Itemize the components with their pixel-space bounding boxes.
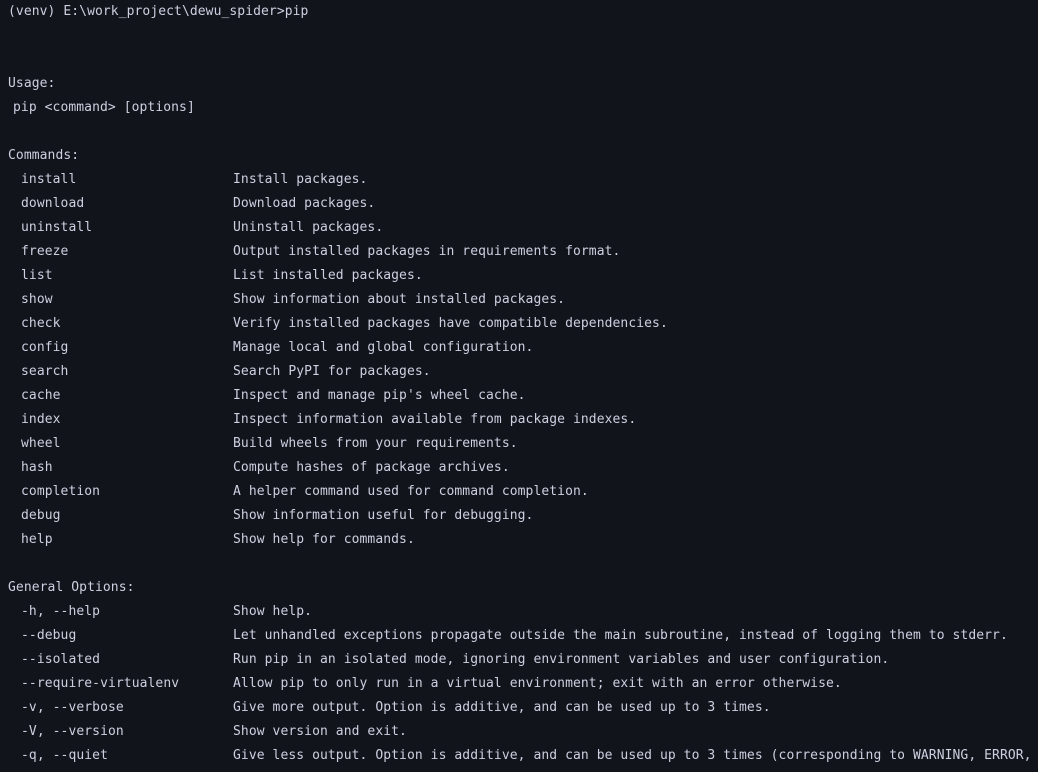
option-description: Show version and exit. — [233, 724, 407, 739]
command-name: show — [21, 292, 53, 307]
command-name: help — [21, 532, 53, 547]
command-row: check Verify installed packages have comp… — [0, 312, 1038, 336]
option-name: -h, --help — [21, 604, 101, 619]
command-description: Compute hashes of package archives. — [233, 460, 510, 475]
command-row: hash Compute hashes of package archives. — [0, 456, 1038, 480]
command-description: Build wheels from your requirements. — [233, 436, 518, 451]
option-description: Let unhandled exceptions propagate outsi… — [233, 628, 1008, 643]
command-name: completion — [21, 484, 101, 499]
command-row: download Download packages. — [0, 192, 1038, 216]
commands-heading: Commands: — [8, 148, 80, 163]
command-row: show Show information about installed pac… — [0, 288, 1038, 312]
command-row: list List installed packages. — [0, 264, 1038, 288]
command-name: index — [21, 412, 61, 427]
option-row: -V, --version Show version and exit. — [0, 720, 1038, 744]
command-name: uninstall — [21, 220, 93, 235]
option-row: -q, --quiet Give less output. Option is a… — [0, 744, 1038, 768]
command-row: index Inspect information available from … — [0, 408, 1038, 432]
command-description: A helper command used for command comple… — [233, 484, 589, 499]
option-name: -V, --version — [21, 724, 124, 739]
option-name: -v, --verbose — [21, 700, 124, 715]
command-name: download — [21, 196, 85, 211]
option-row: -h, --help Show help. — [0, 600, 1038, 624]
option-name: --isolated — [21, 652, 101, 667]
general-options-list: -h, --help Show help. --debug Let unhandled… — [0, 600, 1038, 772]
command-name: freeze — [21, 244, 69, 259]
command-row: config Manage local and global configurat… — [0, 336, 1038, 360]
option-description: Allow pip to only run in a virtual envir… — [233, 676, 842, 691]
command-name: install — [21, 172, 77, 187]
option-name: --require-virtualenv — [21, 676, 180, 691]
command-description: Verify installed packages have compatibl… — [233, 316, 668, 331]
option-row-continuation: logging levels). — [0, 768, 1038, 772]
command-row: wheel Build wheels from your requirements… — [0, 432, 1038, 456]
option-row: -v, --verbose Give more output. Option is… — [0, 696, 1038, 720]
option-row: --debug Let unhandled exceptions propagat… — [0, 624, 1038, 648]
option-description: Give more output. Option is additive, an… — [233, 700, 771, 715]
command-description: Inspect information available from packa… — [233, 412, 637, 427]
command-description: Output installed packages in requirement… — [233, 244, 621, 259]
command-name: cache — [21, 388, 61, 403]
option-row: --require-virtualenv Allow pip to only ru… — [0, 672, 1038, 696]
command-description: Show information useful for debugging. — [233, 508, 534, 523]
command-name: search — [21, 364, 69, 379]
command-name: hash — [21, 460, 53, 475]
command-description: Uninstall packages. — [233, 220, 384, 235]
command-name: wheel — [21, 436, 61, 451]
command-name: check — [21, 316, 61, 331]
option-description: Run pip in an isolated mode, ignoring en… — [233, 652, 890, 667]
option-description: Show help. — [233, 604, 313, 619]
command-name: config — [21, 340, 69, 355]
command-description: Manage local and global configuration. — [233, 340, 534, 355]
command-description: Inspect and manage pip's wheel cache. — [233, 388, 526, 403]
command-row: install Install packages. — [0, 168, 1038, 192]
command-row: uninstall Uninstall packages. — [0, 216, 1038, 240]
prompt-line: (venv) E:\work_project\dewu_spider>pip — [8, 4, 309, 19]
command-row: help Show help for commands. — [0, 528, 1038, 552]
option-row: --isolated Run pip in an isolated mode, i… — [0, 648, 1038, 672]
usage-line: pip <command> [options] — [13, 100, 195, 115]
general-options-heading: General Options: — [8, 580, 135, 595]
option-description: Give less output. Option is additive, an… — [233, 748, 1032, 763]
command-row: completion A helper command used for comm… — [0, 480, 1038, 504]
command-row: freeze Output installed packages in requi… — [0, 240, 1038, 264]
terminal-window[interactable]: (venv) E:\work_project\dewu_spider>pip U… — [0, 0, 1038, 772]
command-row: cache Inspect and manage pip's wheel cach… — [0, 384, 1038, 408]
command-description: Download packages. — [233, 196, 376, 211]
command-row: debug Show information useful for debuggi… — [0, 504, 1038, 528]
option-description-continued: logging levels). — [233, 768, 360, 772]
option-name: -q, --quiet — [21, 748, 108, 763]
command-name: list — [21, 268, 53, 283]
usage-heading: Usage: — [8, 76, 56, 91]
command-row: search Search PyPI for packages. — [0, 360, 1038, 384]
option-name: --debug — [21, 628, 77, 643]
command-description: Show information about installed package… — [233, 292, 566, 307]
command-description: List installed packages. — [233, 268, 423, 283]
command-description: Search PyPI for packages. — [233, 364, 431, 379]
command-description: Install packages. — [233, 172, 368, 187]
command-name: debug — [21, 508, 61, 523]
commands-list: install Install packages. download Download… — [0, 168, 1038, 552]
command-description: Show help for commands. — [233, 532, 415, 547]
